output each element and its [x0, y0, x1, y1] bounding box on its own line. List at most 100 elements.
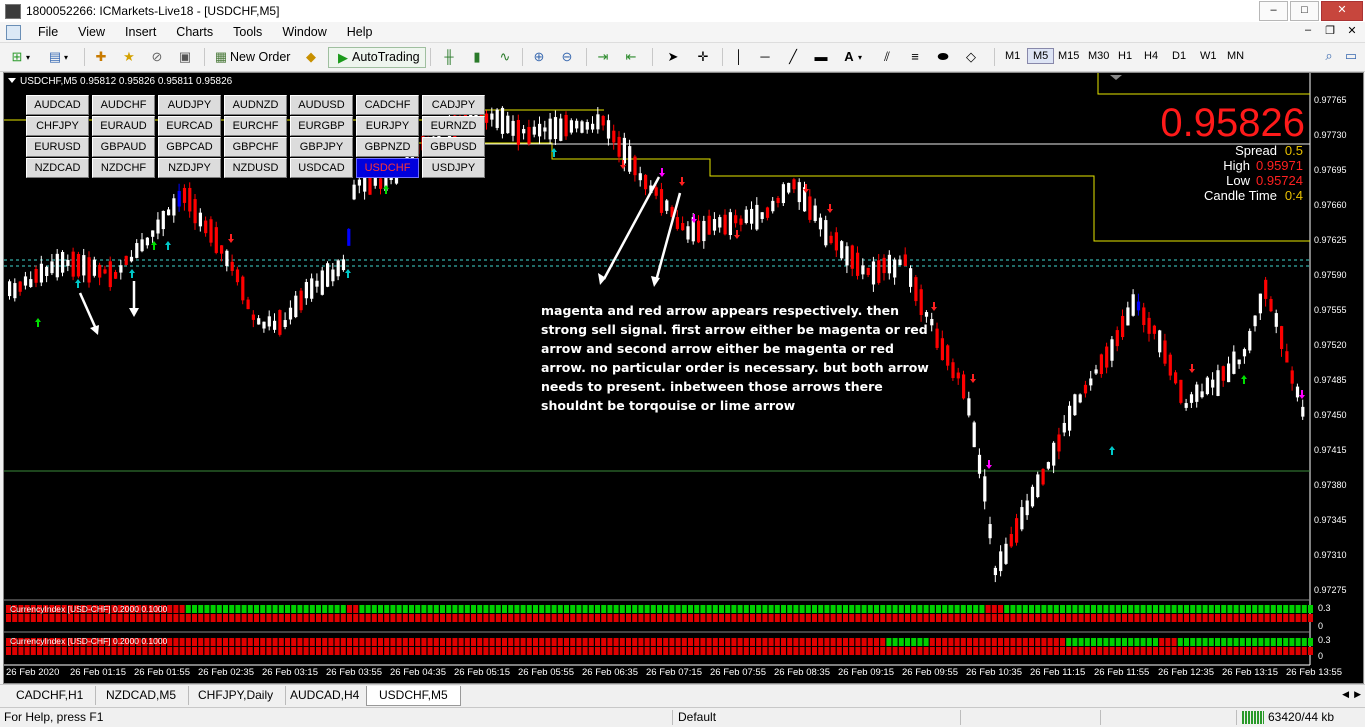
pair-button-usdchf[interactable]: USDCHF — [356, 158, 419, 178]
tab-chfjpy-daily[interactable]: CHFJPY,Daily — [186, 686, 287, 705]
fibonacci-icon[interactable]: ≡ — [906, 49, 924, 65]
candle-body — [712, 219, 717, 231]
autotrading-button[interactable]: ▶ AutoTrading — [328, 47, 426, 68]
menu-insert[interactable]: Insert — [115, 25, 166, 39]
bar-chart-icon[interactable]: ╫ — [440, 49, 458, 65]
tab-scroll-right-icon[interactable]: ▶ — [1354, 689, 1361, 700]
pair-button-audnzd[interactable]: AUDNZD — [224, 95, 287, 115]
market-watch-icon[interactable]: ✚ — [92, 49, 110, 65]
navigator-icon[interactable]: ★ — [120, 49, 138, 65]
pair-button-euraud[interactable]: EURAUD — [92, 116, 155, 136]
data-window-icon[interactable]: ⊘ — [148, 49, 166, 65]
indicator-cell — [452, 605, 458, 613]
menu-tools[interactable]: Tools — [223, 25, 272, 39]
indicator-cell — [619, 647, 625, 655]
candlestick-icon[interactable]: ▮ — [468, 49, 486, 65]
pair-button-eurchf[interactable]: EURCHF — [224, 116, 287, 136]
crosshair-icon[interactable]: ✛ — [694, 49, 712, 65]
pair-button-gbpnzd[interactable]: GBPNZD — [356, 137, 419, 157]
tf-d1[interactable]: D1 — [1167, 49, 1191, 63]
pair-button-gbpaud[interactable]: GBPAUD — [92, 137, 155, 157]
child-restore-button[interactable]: ❐ — [1323, 24, 1337, 37]
maximize-button[interactable]: □ — [1290, 1, 1319, 21]
pair-button-gbpjpy[interactable]: GBPJPY — [290, 137, 353, 157]
trendline-icon[interactable]: ╱ — [784, 49, 802, 65]
tf-mn[interactable]: MN — [1222, 49, 1249, 63]
tab-cadchf-h1[interactable]: CADCHF,H1 — [4, 686, 97, 705]
chart-shift-icon[interactable]: ⇤ — [622, 49, 640, 65]
pair-button-audusd[interactable]: AUDUSD — [290, 95, 353, 115]
tf-w1[interactable]: W1 — [1195, 49, 1222, 63]
tf-h1[interactable]: H1 — [1113, 49, 1137, 63]
pair-button-eurgbp[interactable]: EURGBP — [290, 116, 353, 136]
price-tick-label: 0.97555 — [1314, 305, 1347, 315]
indicator-cell — [1084, 605, 1090, 613]
menu-help[interactable]: Help — [337, 25, 383, 39]
menu-view[interactable]: View — [68, 25, 115, 39]
terminal-icon[interactable]: ▣ — [176, 49, 194, 65]
tf-h4[interactable]: H4 — [1139, 49, 1163, 63]
pair-button-nzdusd[interactable]: NZDUSD — [224, 158, 287, 178]
pair-button-eurusd[interactable]: EURUSD — [26, 137, 89, 157]
rectangle-icon[interactable]: ▬ — [812, 49, 830, 65]
vertical-line-icon[interactable]: │ — [730, 49, 748, 65]
tab-scroll-left-icon[interactable]: ◀ — [1342, 689, 1349, 700]
horizontal-line-icon[interactable]: ─ — [756, 49, 774, 65]
zoom-in-icon[interactable]: ⊕ — [530, 49, 548, 65]
tf-m1[interactable]: M1 — [1000, 49, 1025, 63]
tf-m5[interactable]: M5 — [1027, 48, 1055, 64]
pair-button-audjpy[interactable]: AUDJPY — [158, 95, 221, 115]
pair-button-chfjpy[interactable]: CHFJPY — [26, 116, 89, 136]
pair-button-eurnzd[interactable]: EURNZD — [422, 116, 485, 136]
pair-button-gbpusd[interactable]: GBPUSD — [422, 137, 485, 157]
indicator-cell — [929, 647, 935, 655]
metaeditor-icon[interactable]: ◆ — [302, 49, 320, 65]
indicator-cell — [359, 605, 365, 613]
pair-button-usdcad[interactable]: USDCAD — [290, 158, 353, 178]
profiles-icon[interactable]: ▤ — [46, 49, 64, 65]
pair-button-nzdchf[interactable]: NZDCHF — [92, 158, 155, 178]
new-order-button[interactable]: ▦ New Order — [212, 47, 291, 67]
chart-window[interactable]: USDCHF,M5 0.95812 0.95826 0.95811 0.9582… — [3, 72, 1364, 684]
pair-button-audchf[interactable]: AUDCHF — [92, 95, 155, 115]
minimize-button[interactable]: – — [1259, 1, 1288, 21]
indicator-cell — [1295, 605, 1301, 613]
auto-scroll-icon[interactable]: ⇥ — [594, 49, 612, 65]
pair-button-cadchf[interactable]: CADCHF — [356, 95, 419, 115]
line-chart-icon[interactable]: ∿ — [496, 49, 514, 65]
search-icon[interactable]: ⌕ — [1321, 48, 1337, 64]
zoom-out-icon[interactable]: ⊖ — [558, 49, 576, 65]
candle-body — [877, 260, 881, 283]
menu-file[interactable]: File — [28, 25, 68, 39]
pair-button-nzdjpy[interactable]: NZDJPY — [158, 158, 221, 178]
child-close-button[interactable]: ✕ — [1345, 24, 1359, 37]
cursor-icon[interactable]: ➤ — [664, 49, 682, 65]
new-chart-icon[interactable]: ⊞ — [8, 49, 26, 65]
tab-usdchf-m5[interactable]: USDCHF,M5 — [366, 686, 461, 706]
menu-charts[interactable]: Charts — [166, 25, 223, 39]
arrows-icon[interactable]: ◇ — [962, 49, 980, 65]
indicator-cell — [291, 605, 297, 613]
channel-icon[interactable]: ⫽ — [878, 49, 896, 65]
tab-audcad-h4[interactable]: AUDCAD,H4 — [278, 686, 373, 705]
pair-button-gbpchf[interactable]: GBPCHF — [224, 137, 287, 157]
pair-button-usdjpy[interactable]: USDJPY — [422, 158, 485, 178]
menu-window[interactable]: Window — [272, 25, 336, 39]
child-minimize-button[interactable]: – — [1301, 24, 1315, 37]
pair-button-gbpcad[interactable]: GBPCAD — [158, 137, 221, 157]
pair-button-nzdcad[interactable]: NZDCAD — [26, 158, 89, 178]
indicator-cell — [266, 605, 272, 613]
ellipse-icon[interactable]: ⬬ — [934, 49, 952, 65]
chat-icon[interactable]: ▭ — [1343, 48, 1359, 64]
text-icon[interactable]: A — [840, 49, 858, 65]
close-button[interactable]: ✕ — [1321, 1, 1363, 21]
candle-body — [1189, 394, 1194, 403]
pair-button-eurjpy[interactable]: EURJPY — [356, 116, 419, 136]
indicator-cell — [626, 605, 631, 613]
pair-button-audcad[interactable]: AUDCAD — [26, 95, 89, 115]
pair-button-cadjpy[interactable]: CADJPY — [422, 95, 485, 115]
tab-nzdcad-m5[interactable]: NZDCAD,M5 — [94, 686, 190, 705]
tf-m15[interactable]: M15 — [1053, 49, 1084, 63]
pair-button-eurcad[interactable]: EURCAD — [158, 116, 221, 136]
tf-m30[interactable]: M30 — [1083, 49, 1114, 63]
